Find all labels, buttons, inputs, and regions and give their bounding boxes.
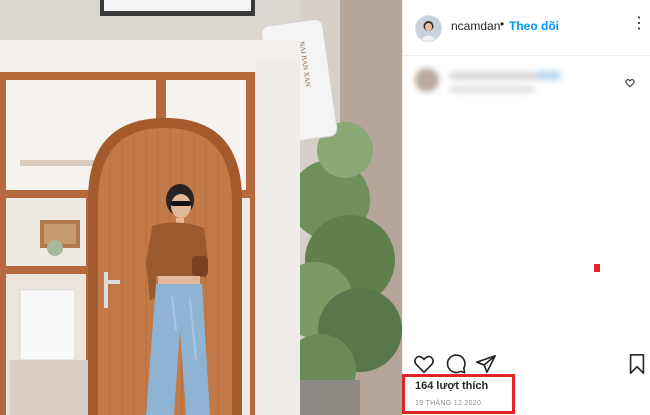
separator-dot: •: [500, 17, 505, 31]
red-marker: [594, 264, 600, 272]
post-photo[interactable]: NAI BAN XAN: [0, 0, 402, 415]
more-options-icon[interactable]: ⋮: [631, 14, 647, 34]
avatar-image: [416, 16, 441, 41]
comment-icon[interactable]: [445, 353, 467, 375]
username-link[interactable]: ncamdan: [451, 19, 500, 33]
blurred-comment: [413, 66, 613, 100]
avatar[interactable]: [415, 15, 442, 42]
comment-like-heart-icon[interactable]: [625, 78, 635, 88]
follow-button[interactable]: Theo dõi: [509, 19, 559, 33]
storefront-photo: NAI BAN XAN: [0, 0, 402, 415]
share-icon[interactable]: [475, 353, 497, 375]
bookmark-icon[interactable]: [627, 353, 647, 375]
highlight-box: [402, 374, 515, 414]
heart-icon[interactable]: [413, 353, 435, 375]
post-sidebar: ncamdan • Theo dõi ⋮ 164 lượt thích 19 T…: [402, 0, 650, 415]
post-header: ncamdan • Theo dõi ⋮: [403, 0, 650, 56]
